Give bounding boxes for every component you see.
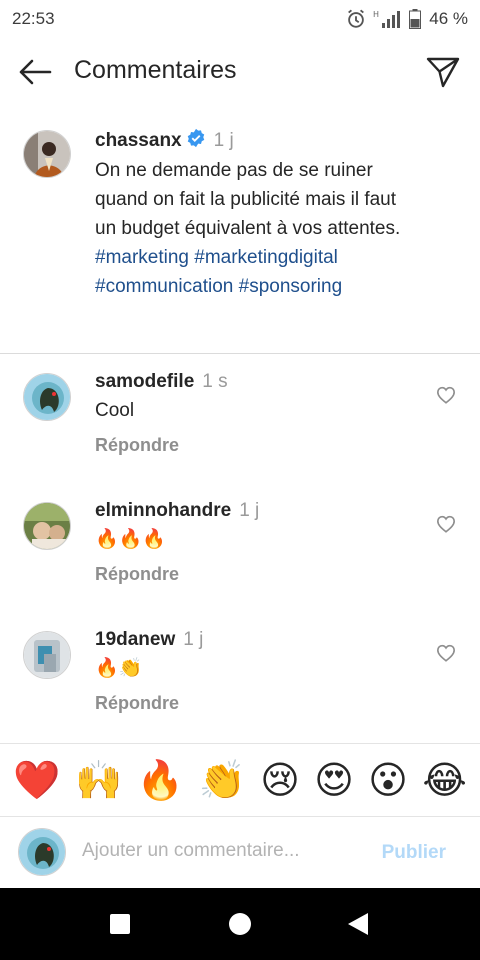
caption-time: 1 j xyxy=(213,130,234,151)
status-bar: 22:53 H 46 % xyxy=(0,0,480,38)
page-title: Commentaires xyxy=(74,56,237,84)
like-button[interactable] xyxy=(434,383,458,407)
nav-recent-icon[interactable] xyxy=(108,912,132,936)
comment-input[interactable] xyxy=(82,840,362,862)
emoji-quick-bar: ❤️ 🙌 🔥 👏 😢 😍 😮 😂 xyxy=(0,743,480,817)
heart-icon xyxy=(436,515,456,533)
heart-icon xyxy=(436,644,456,662)
comment-item: samodefile 1 s Cool Répondre xyxy=(0,363,480,483)
comment-item: 19danew 1 j 🔥👏 Répondre xyxy=(0,621,480,741)
back-button[interactable] xyxy=(16,55,54,89)
comment-body: elminnohandre 1 j 🔥🔥🔥 Répondre xyxy=(95,500,415,585)
caption-body: chassanx 1 j On ne demande pas de se rui… xyxy=(95,128,415,301)
publish-button[interactable]: Publier xyxy=(382,842,446,864)
battery-icon xyxy=(409,9,422,29)
reply-button[interactable]: Répondre xyxy=(95,693,415,714)
post-caption: chassanx 1 j On ne demande pas de se rui… xyxy=(0,118,480,354)
emoji-raising-hands-button[interactable]: 🙌 xyxy=(75,761,122,799)
caption-username[interactable]: chassanx xyxy=(95,130,182,151)
heart-icon xyxy=(436,386,456,404)
comment-composer: Publier xyxy=(0,818,480,888)
like-button[interactable] xyxy=(434,641,458,665)
emoji-surprised-button[interactable]: 😮 xyxy=(368,761,408,799)
reply-button[interactable]: Répondre xyxy=(95,564,415,585)
comment-time: 1 s xyxy=(202,371,228,392)
send-icon xyxy=(426,57,460,88)
nav-home-icon[interactable] xyxy=(228,912,252,936)
emoji-crying-button[interactable]: 😢 xyxy=(260,761,300,799)
caption-hashtags[interactable]: #marketing #marketingdigital #communicat… xyxy=(95,243,415,301)
reply-button[interactable]: Répondre xyxy=(95,435,415,456)
svg-text:H: H xyxy=(373,10,379,19)
emoji-fire-button[interactable]: 🔥 xyxy=(137,761,184,799)
status-icons: H 46 % xyxy=(345,8,468,30)
emoji-clap-button[interactable]: 👏 xyxy=(198,761,245,799)
nav-back-icon[interactable] xyxy=(346,912,370,936)
emoji-laughing-button[interactable]: 😂 xyxy=(422,761,466,799)
battery-percent: 46 % xyxy=(429,9,468,28)
system-nav-bar xyxy=(0,888,480,960)
verified-icon xyxy=(187,128,204,148)
comment-username[interactable]: samodefile xyxy=(95,371,194,392)
caption-text: On ne demande pas de se ruiner quand on … xyxy=(95,160,401,239)
comment-username[interactable]: elminnohandre xyxy=(95,500,231,521)
comment-time: 1 j xyxy=(239,500,260,521)
avatar[interactable] xyxy=(23,631,71,679)
comment-body: samodefile 1 s Cool Répondre xyxy=(95,371,415,456)
share-button[interactable] xyxy=(424,54,462,90)
avatar[interactable] xyxy=(23,373,71,421)
alarm-icon xyxy=(348,9,365,28)
back-arrow-icon xyxy=(19,59,52,85)
comment-username[interactable]: 19danew xyxy=(95,629,175,650)
emoji-heart-eyes-button[interactable]: 😍 xyxy=(314,761,354,799)
app-bar: Commentaires xyxy=(0,38,480,106)
comment-text: 🔥🔥🔥 xyxy=(95,529,166,550)
signal-icon: H xyxy=(373,10,401,28)
comment-body: 19danew 1 j 🔥👏 Répondre xyxy=(95,629,415,714)
comment-item: elminnohandre 1 j 🔥🔥🔥 Répondre xyxy=(0,492,480,612)
avatar[interactable] xyxy=(23,502,71,550)
avatar xyxy=(18,828,66,876)
like-button[interactable] xyxy=(434,512,458,536)
comment-text: 🔥👏 xyxy=(95,658,143,679)
comment-text: Cool xyxy=(95,400,135,421)
avatar[interactable] xyxy=(23,130,71,178)
status-time: 22:53 xyxy=(12,9,55,28)
emoji-heart-button[interactable]: ❤️ xyxy=(13,761,60,799)
comment-time: 1 j xyxy=(183,629,204,650)
